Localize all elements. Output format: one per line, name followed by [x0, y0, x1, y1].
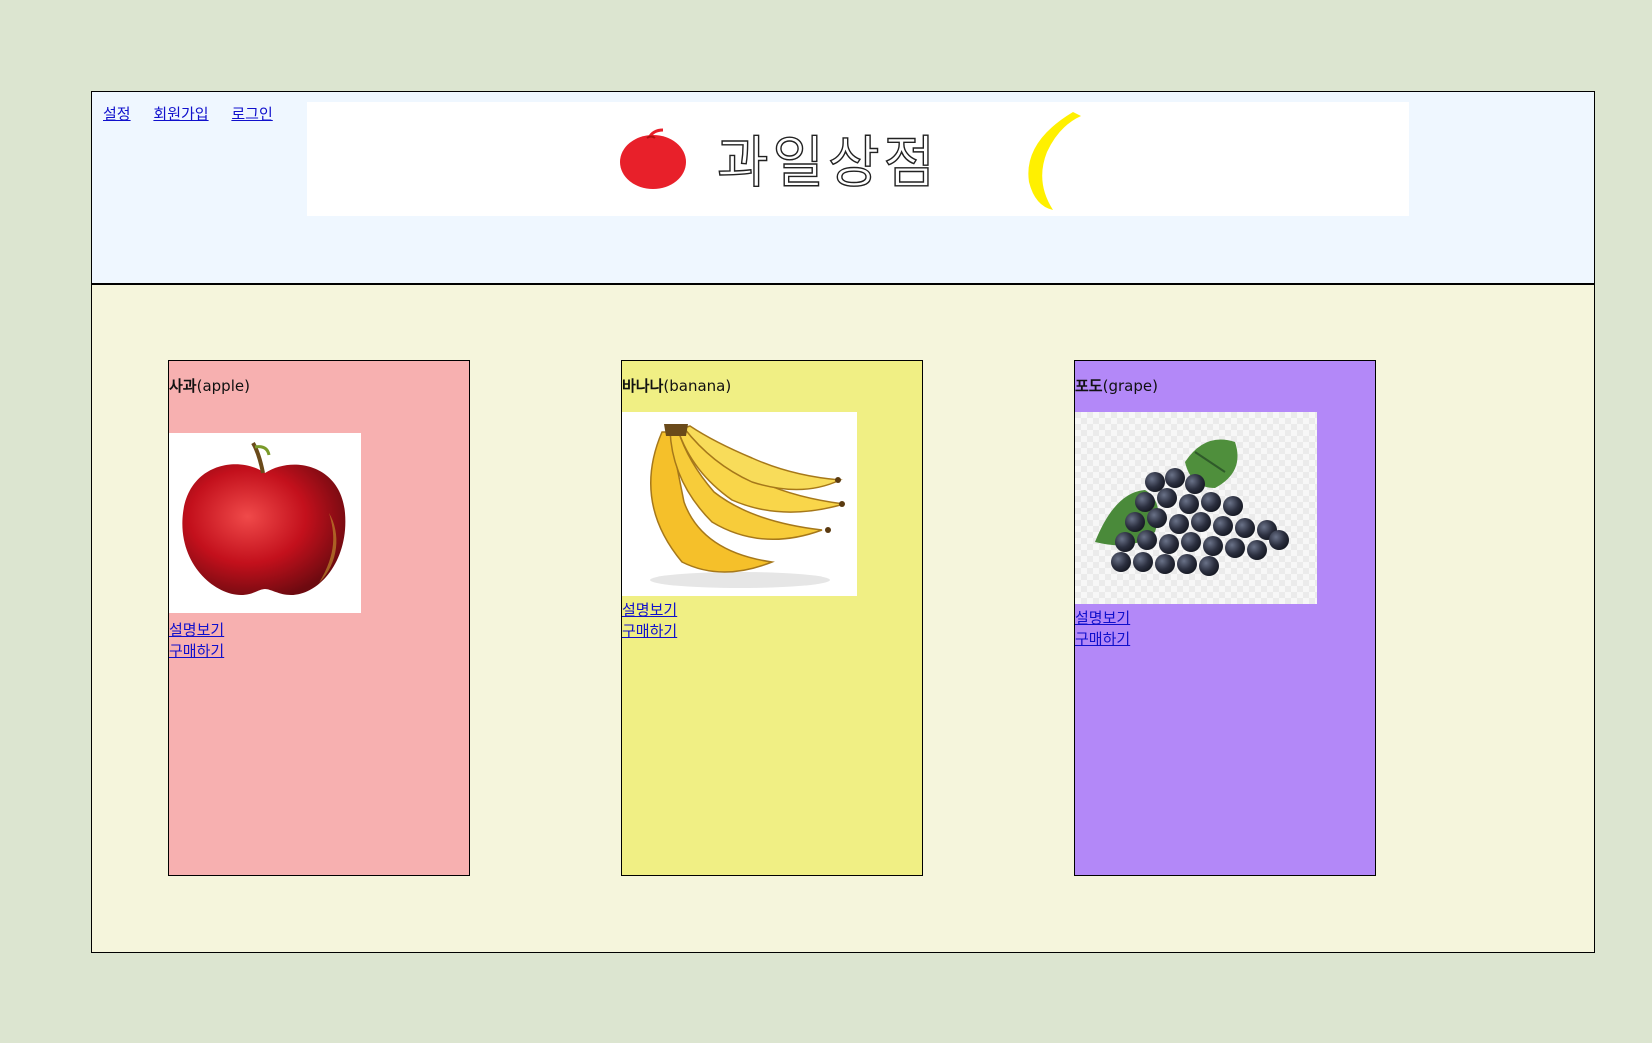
product-title: 사과(apple) — [169, 377, 250, 395]
settings-link[interactable]: 설정 — [103, 105, 131, 123]
main-content: 사과(apple) 설명보기 구매하기 바나나(banana) 설명보기 구매하… — [92, 285, 1594, 952]
product-title: 포도(grape) — [1075, 377, 1158, 395]
view-description-link[interactable]: 설명보기 — [169, 620, 224, 641]
product-links: 설명보기 구매하기 — [622, 600, 677, 642]
login-link[interactable]: 로그인 — [231, 105, 272, 123]
buy-link[interactable]: 구매하기 — [1075, 629, 1130, 650]
store-banner: 과일상점 — [307, 102, 1409, 216]
banner-drawing: 과일상점 — [620, 112, 1081, 210]
product-title: 바나나(banana) — [622, 377, 732, 395]
view-description-link[interactable]: 설명보기 — [1075, 608, 1130, 629]
apple-doodle-icon — [620, 128, 686, 189]
apple-image — [169, 433, 361, 613]
store-title: 과일상점 — [717, 131, 939, 196]
product-card-banana: 바나나(banana) 설명보기 구매하기 — [621, 360, 923, 876]
banana-image — [622, 412, 857, 596]
product-links: 설명보기 구매하기 — [169, 620, 224, 662]
banana-doodle-icon — [1028, 112, 1081, 210]
view-description-link[interactable]: 설명보기 — [622, 600, 677, 621]
product-links: 설명보기 구매하기 — [1075, 608, 1130, 650]
buy-link[interactable]: 구매하기 — [622, 621, 677, 642]
top-nav: 설정 회원가입 로그인 — [103, 103, 291, 124]
signup-link[interactable]: 회원가입 — [153, 105, 208, 123]
page-frame: 설정 회원가입 로그인 과일상점 사과(apple) 설명보기 구매하기 바나나… — [91, 91, 1595, 953]
grape-image — [1075, 412, 1317, 604]
product-card-apple: 사과(apple) 설명보기 구매하기 — [168, 360, 470, 876]
header: 설정 회원가입 로그인 과일상점 — [92, 92, 1594, 285]
product-card-grape: 포도(grape) 설명보기 구매하기 — [1074, 360, 1376, 876]
buy-link[interactable]: 구매하기 — [169, 641, 224, 662]
